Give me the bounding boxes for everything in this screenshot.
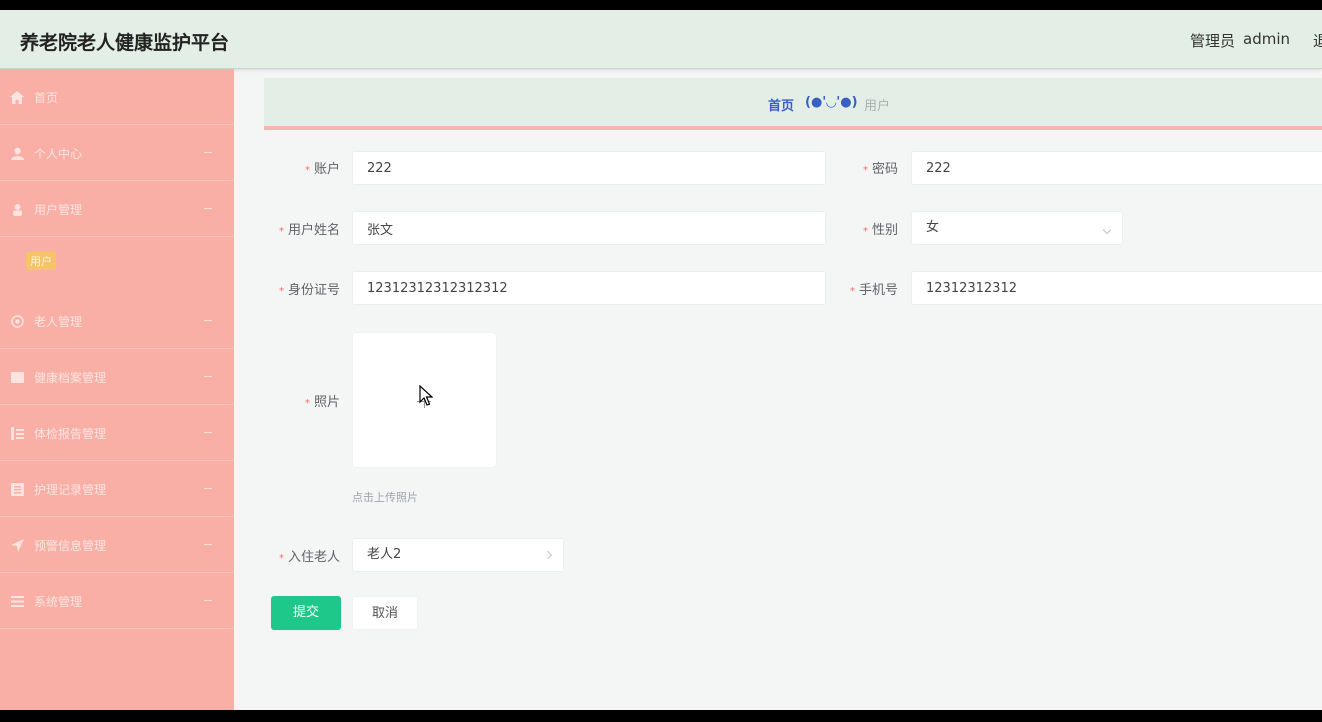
phone-label: * 手机号 [849, 283, 898, 298]
mouse-cursor-icon [419, 385, 433, 406]
name-input[interactable] [352, 211, 826, 245]
password-input[interactable] [911, 151, 1322, 185]
id-card-label: * 身份证号 [278, 283, 340, 298]
sidebar-item-elder-management[interactable]: 老人管理 [0, 293, 234, 349]
sidebar-item-system[interactable]: 系统管理 [0, 573, 234, 629]
elder-label: * 入住老人 [278, 550, 340, 565]
sidebar-item-label: 预警信息管理 [34, 539, 107, 553]
account-input[interactable] [352, 151, 826, 185]
chevron-icon [204, 152, 212, 153]
sidebar-item-label: 系统管理 [34, 595, 83, 609]
password-label: * 密码 [862, 162, 898, 177]
phone-input[interactable] [911, 271, 1322, 305]
breadcrumb-home[interactable]: 首页 [768, 95, 794, 114]
app-title: 养老院老人健康监护平台 [20, 32, 230, 54]
nursing-icon [10, 482, 24, 496]
chevron-down-icon [1102, 225, 1112, 235]
gender-label: * 性别 [862, 223, 898, 238]
alert-icon [10, 538, 24, 552]
chevron-icon [204, 432, 212, 433]
cancel-button[interactable]: 取消 [352, 596, 418, 630]
sidebar-item-personal-center[interactable]: 个人中心 [0, 125, 234, 181]
sidebar-subitem-label: 用户 [26, 252, 56, 270]
elder-icon [10, 314, 24, 328]
breadcrumb-separator: (●'◡'●) [805, 95, 858, 110]
breadcrumb: 首页 (●'◡'●) 用户 [264, 78, 1322, 130]
settings-icon [10, 594, 24, 608]
sidebar-item-alert-info[interactable]: 预警信息管理 [0, 517, 234, 573]
sidebar-item-nursing-record[interactable]: 护理记录管理 [0, 461, 234, 517]
chevron-icon [204, 600, 212, 601]
sidebar-item-label: 用户管理 [34, 203, 83, 217]
gender-value: 女 [926, 220, 940, 235]
elder-select[interactable]: 老人2 [352, 538, 564, 572]
gender-select[interactable]: 女 [911, 211, 1123, 245]
record-icon [10, 370, 24, 384]
id-card-input[interactable] [352, 271, 826, 305]
sidebar-item-label: 个人中心 [34, 147, 83, 161]
sidebar: 首页 个人中心 用户管理 用户 老人管理 健康档案管理 体检报告管理 护理记录管… [0, 69, 234, 710]
name-label: * 用户姓名 [278, 223, 340, 238]
sidebar-item-exam-report[interactable]: 体检报告管理 [0, 405, 234, 461]
breadcrumb-current: 用户 [864, 99, 891, 114]
sidebar-item-label: 健康档案管理 [34, 371, 107, 385]
app-frame: 养老院老人健康监护平台 管理员 admin 退 首页 个人中心 用户管理 用户 … [0, 10, 1322, 710]
logout-link[interactable]: 退 [1313, 30, 1322, 51]
chevron-icon [204, 488, 212, 489]
report-icon [10, 426, 24, 440]
photo-label: * 照片 [304, 395, 340, 410]
sidebar-item-label: 老人管理 [34, 315, 83, 329]
sidebar-item-label: 护理记录管理 [34, 483, 107, 497]
chevron-icon [204, 208, 212, 209]
sidebar-item-health-record[interactable]: 健康档案管理 [0, 349, 234, 405]
admin-username: admin [1243, 30, 1290, 48]
sidebar-item-user-management[interactable]: 用户管理 [0, 181, 234, 237]
user-icon [10, 146, 24, 160]
users-icon [10, 202, 24, 216]
elder-value: 老人2 [367, 547, 402, 562]
sidebar-item-home[interactable]: 首页 [0, 69, 234, 125]
upload-tip: 点击上传照片 [352, 491, 418, 504]
submit-button[interactable]: 提交 [271, 596, 341, 630]
chevron-icon [204, 544, 212, 545]
home-icon [10, 90, 24, 104]
sidebar-subitem-user[interactable]: 用户 [0, 239, 234, 283]
chevron-right-icon [543, 550, 553, 560]
chevron-icon [204, 320, 212, 321]
top-header: 养老院老人健康监护平台 管理员 admin 退 [0, 10, 1322, 69]
chevron-icon [204, 376, 212, 377]
sidebar-item-label: 体检报告管理 [34, 427, 107, 441]
sidebar-item-label: 首页 [34, 91, 59, 105]
account-label: * 账户 [304, 162, 340, 177]
admin-role: 管理员 [1190, 32, 1236, 50]
